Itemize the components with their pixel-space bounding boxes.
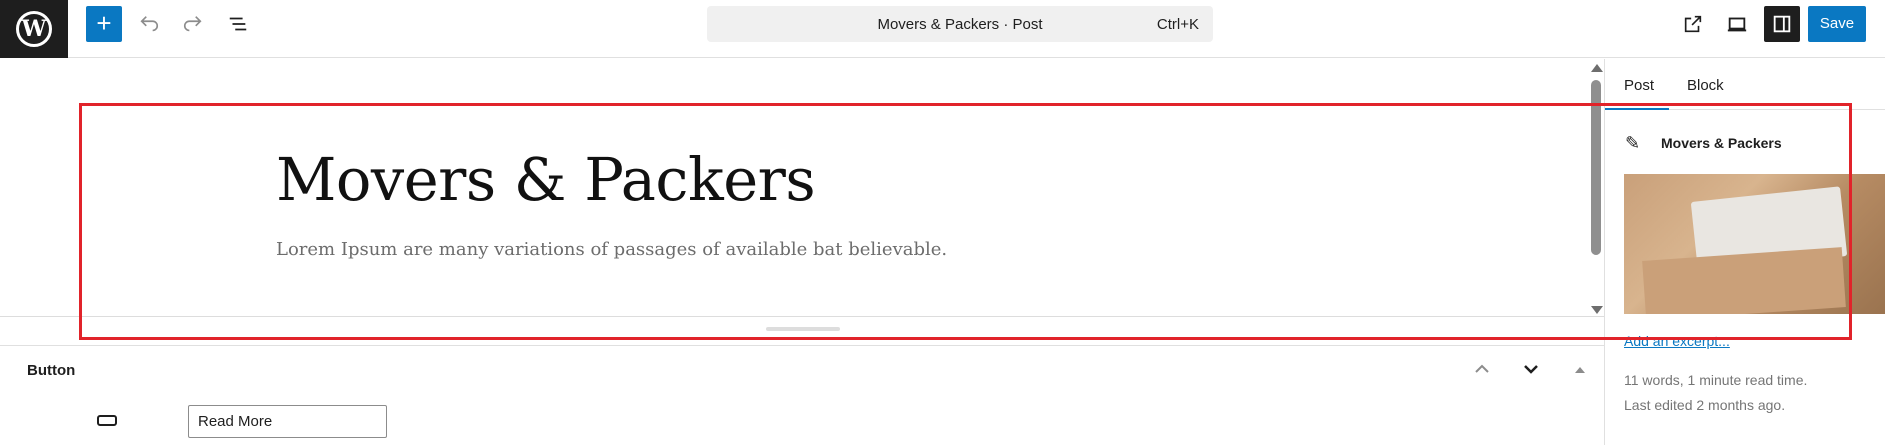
scroll-up-arrow-icon[interactable]: [1591, 64, 1603, 72]
undo-icon: [140, 16, 159, 32]
tab-block[interactable]: Block: [1687, 77, 1724, 94]
editor-canvas: Movers & Packers Lorem Ipsum are many va…: [0, 59, 1604, 316]
button-text-input[interactable]: Read More: [188, 405, 387, 438]
canvas-divider: [0, 316, 1604, 317]
redo-icon: [183, 16, 202, 32]
top-toolbar: W + Movers & Packers · Post Ctrl+K Save: [0, 0, 1885, 58]
panel-title: Button: [27, 362, 76, 379]
plus-icon: +: [96, 8, 112, 38]
chevron-up-icon[interactable]: [1473, 362, 1491, 381]
redo-button[interactable]: [177, 8, 209, 40]
device-preview-button[interactable]: [1721, 8, 1753, 40]
sidebar-tabs: Post Block: [1605, 59, 1885, 110]
scroll-down-arrow-icon[interactable]: [1591, 306, 1603, 314]
image-box-shape: [1642, 247, 1846, 314]
active-tab-indicator: [1605, 108, 1669, 110]
undo-button[interactable]: [133, 8, 165, 40]
document-title: Movers & Packers · Post: [877, 16, 1043, 33]
post-name: Movers & Packers: [1661, 135, 1782, 151]
block-inspector-panel: Button Read More: [0, 345, 1604, 445]
scrollbar-thumb[interactable]: [1591, 80, 1601, 255]
wordpress-logo-button[interactable]: W: [0, 0, 68, 58]
save-button[interactable]: Save: [1808, 6, 1866, 42]
post-feather-icon: ✎: [1625, 133, 1641, 153]
collapse-triangle-icon[interactable]: [1574, 362, 1586, 380]
shortcut-hint: Ctrl+K: [1156, 16, 1199, 33]
settings-sidebar: Post Block ✎ Movers & Packers Add an exc…: [1604, 59, 1885, 445]
tab-post[interactable]: Post: [1624, 77, 1654, 94]
last-edited-text: Last edited 2 months ago.: [1624, 397, 1786, 413]
word-count-text: 11 words, 1 minute read time.: [1624, 372, 1808, 388]
add-excerpt-link[interactable]: Add an excerpt...: [1624, 333, 1730, 349]
resize-handle[interactable]: [766, 327, 840, 331]
canvas-scrollbar[interactable]: [1588, 60, 1604, 318]
post-subtitle-block[interactable]: Lorem Ipsum are many variations of passa…: [276, 239, 947, 260]
command-palette-button[interactable]: Movers & Packers · Post Ctrl+K: [707, 6, 1213, 42]
button-block-icon: [97, 415, 117, 426]
sidebar-toggle-icon: [1773, 15, 1791, 33]
desktop-preview-icon: [1727, 17, 1747, 32]
list-view-button[interactable]: [222, 8, 254, 40]
chevron-down-icon[interactable]: [1522, 362, 1540, 381]
wordpress-icon: W: [16, 11, 52, 47]
add-block-button[interactable]: +: [86, 6, 122, 42]
external-link-icon: [1684, 15, 1702, 33]
featured-image[interactable]: [1624, 174, 1885, 314]
post-title-block[interactable]: Movers & Packers: [276, 145, 816, 214]
list-view-icon: [229, 17, 247, 31]
settings-sidebar-toggle[interactable]: [1764, 6, 1800, 42]
view-post-button[interactable]: [1677, 8, 1709, 40]
